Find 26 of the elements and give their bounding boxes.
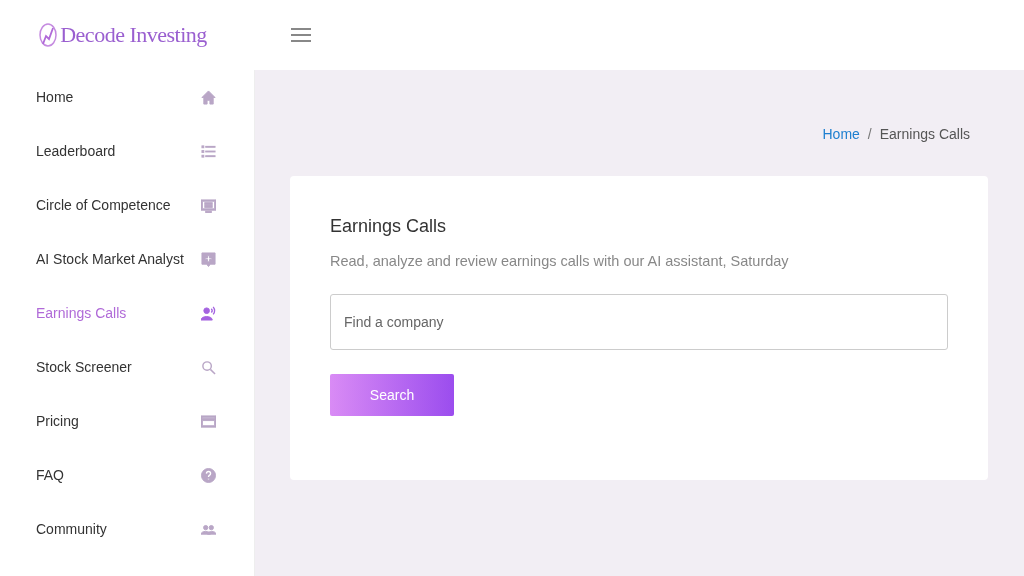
card-subtitle: Read, analyze and review earnings calls with our AI assistant, Saturday: [330, 253, 790, 269]
chat-plus-icon: [201, 251, 216, 267]
sidebar-item[interactable]: Pricing: [0, 394, 254, 448]
sidebar-item[interactable]: Leaderboard: [0, 124, 254, 178]
list-icon: [201, 143, 216, 159]
sidebar-item[interactable]: Earnings Calls: [0, 286, 254, 340]
breadcrumb-separator: /: [867, 126, 872, 144]
menu-icon[interactable]: [291, 28, 311, 42]
home-icon: [201, 89, 216, 105]
sidebar-item[interactable]: Home: [0, 70, 254, 124]
card-title: Earnings Calls: [330, 216, 448, 237]
person-speaking-icon: [201, 305, 216, 321]
sidebar-item[interactable]: Community: [0, 502, 254, 556]
logo-text[interactable]: Decode Investing: [60, 22, 207, 48]
breadcrumb-link[interactable]: Home: [822, 126, 860, 176]
monitor-icon: [201, 197, 216, 213]
sidebar-item[interactable]: AI Stock Market Analyst: [0, 232, 254, 286]
sidebar-item[interactable]: Stock Screener: [0, 340, 254, 394]
credit-card-icon: [201, 413, 216, 429]
sidebar-item[interactable]: FAQ: [0, 448, 254, 502]
breadcrumb-current: Earnings Calls: [879, 126, 970, 144]
sidebar-item[interactable]: Circle of Competence: [0, 178, 254, 232]
company-search-field[interactable]: Find a company: [330, 294, 948, 350]
search-icon: [201, 359, 216, 375]
help-icon: [201, 467, 216, 483]
logo-icon: [38, 22, 59, 48]
